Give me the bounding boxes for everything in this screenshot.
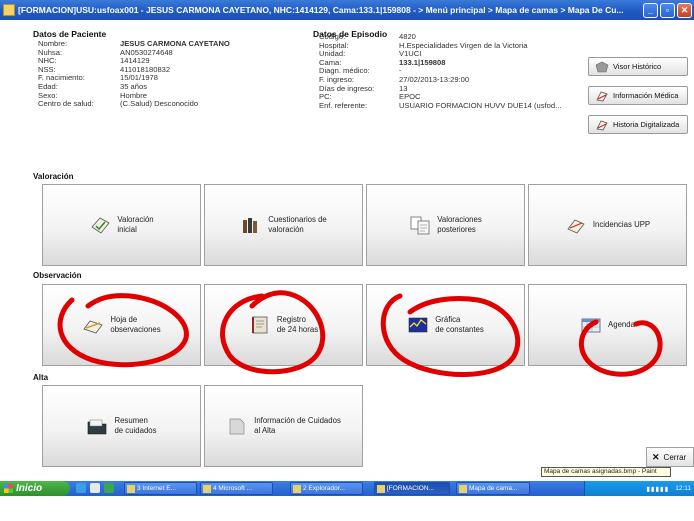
field-value: USUARIO FORMACION HUVV DUE14 (usfod... [399, 100, 562, 110]
discharge-document-icon [229, 418, 245, 435]
grafica-constantes-tile[interactable]: Gráfica de constantes [366, 284, 525, 366]
historia-digitalizada-label: Historia Digitalizada [613, 120, 680, 129]
valoraciones-posteriores-tile[interactable]: Valoraciones posteriores [366, 184, 525, 266]
taskbar-item[interactable]: 4 Microsoft ... [200, 482, 273, 495]
taskbar-item[interactable]: 2 Explorador... [290, 482, 363, 495]
hoja-observaciones-tile[interactable]: Hoja de observaciones [42, 284, 201, 366]
taskbar-tooltip: Mapa de camas asignadas.bmp - Paint [541, 467, 671, 477]
task-icon [203, 485, 211, 493]
agenda-tile[interactable]: Agenda [528, 284, 687, 366]
task-icon [293, 485, 301, 493]
observacion-section-label: Observación [33, 271, 82, 280]
medical-info-icon [596, 91, 608, 101]
binders-icon [243, 218, 258, 233]
hoja-observaciones-label: Hoja de observaciones [110, 315, 161, 334]
tray-icons[interactable]: ▮▮▮▮▮ [646, 485, 669, 493]
patient-heading: Datos de Paciente [33, 29, 107, 39]
register-book-icon [251, 316, 268, 334]
excel-quicklaunch-icon[interactable] [104, 483, 114, 493]
alta-section-label: Alta [33, 373, 49, 382]
windows-taskbar: Inicio 3 Internet E... 4 Microsoft ... 2… [0, 481, 694, 521]
task-icon [459, 485, 467, 493]
pencil-note-icon [567, 219, 585, 234]
calendar-icon [581, 318, 601, 333]
digital-history-icon [596, 120, 608, 130]
resumen-cuidados-tile[interactable]: Resumen de cuidados [42, 385, 201, 467]
taskbar-item[interactable]: 3 Internet E... [124, 482, 197, 495]
info-cuidados-alta-tile[interactable]: Información de Cuidados al Alta [204, 385, 363, 467]
taskbar-below [0, 496, 694, 521]
window-titlebar: [FORMACION]USU:usfoax001 - JESUS CARMONA… [0, 0, 694, 20]
patient-fields: Nombre: JESUS CARMONA CAYETANO Nuhsa: AN05… [38, 39, 230, 109]
incidencias-upp-label: Incidencias UPP [592, 220, 651, 229]
system-tray: ▮▮▮▮▮ 12:11 [584, 481, 694, 496]
task-icon [127, 485, 135, 493]
field-value: 27/02/2013-13:29:00 [399, 74, 470, 84]
history-viewer-icon [595, 61, 609, 72]
start-button[interactable]: Inicio [0, 481, 70, 496]
start-label: Inicio [16, 483, 43, 494]
browser-quicklaunch-icon[interactable] [90, 483, 100, 493]
taskbar-item-active[interactable]: [FORMACION... [374, 482, 450, 495]
grafica-constantes-label: Gráfica de constantes [435, 315, 484, 334]
agenda-label: Agenda [608, 320, 635, 329]
visor-historico-button[interactable]: Visor Histórico [588, 57, 688, 76]
task-label: [FORMACION... [387, 485, 434, 492]
valoracion-section-label: Valoración [33, 172, 74, 181]
cerrar-button[interactable]: ✕ Cerrar [646, 447, 694, 467]
notepad-pencil-icon [83, 320, 104, 334]
close-window-button[interactable]: ✕ [677, 2, 692, 18]
valoraciones-posteriores-label: Valoraciones posteriores [437, 215, 482, 234]
clock: 12:11 [675, 485, 691, 492]
cuestionarios-label: Cuestionarios de valoración [268, 215, 327, 234]
vital-signs-chart-icon [408, 317, 428, 333]
folder-icon [88, 419, 107, 435]
field-label: Centro de salud: [38, 99, 94, 109]
ie-quicklaunch-icon[interactable] [76, 483, 86, 493]
historia-digitalizada-button[interactable]: Historia Digitalizada [588, 115, 688, 134]
episode-row: Días de ingreso: 13 [319, 84, 561, 94]
task-icon [377, 485, 385, 493]
field-value: (C.Salud) Desconocido [120, 99, 199, 109]
resumen-cuidados-label: Resumen de cuidados [114, 416, 157, 435]
patient-row: Centro de salud: (C.Salud) Desconocido [38, 100, 230, 109]
task-label: 2 Explorador... [303, 485, 345, 492]
field-label: Enf. referente: [319, 100, 368, 110]
bed-value: 133.1|159808 [399, 57, 446, 67]
task-label: 3 Internet E... [137, 485, 177, 492]
registro-24h-tile[interactable]: Registro de 24 horas [204, 284, 363, 366]
incidencias-upp-tile[interactable]: Incidencias UPP [528, 184, 687, 266]
valoracion-inicial-tile[interactable]: Valoración inicial [42, 184, 201, 266]
episode-fields: Codigo: 4820 Hospital: H.Especialidades Vi… [319, 32, 562, 111]
informacion-medica-button[interactable]: Información Médica [588, 86, 688, 105]
episode-row: Enf. referente: USUARIO FORMACION HUVV DU… [319, 100, 562, 111]
documents-icon [410, 216, 430, 235]
window-title: [FORMACION]USU:usfoax001 - JESUS CARMONA… [18, 5, 624, 15]
app-icon [3, 4, 15, 16]
maximize-button[interactable]: ▫ [660, 2, 675, 18]
windows-logo-icon [4, 484, 13, 493]
task-label: 4 Microsoft ... [213, 485, 253, 492]
taskbar-item[interactable]: Mapa de cama... [456, 482, 530, 495]
close-x-icon: ✕ [652, 451, 660, 462]
checklist-icon [91, 217, 110, 234]
visor-historico-label: Visor Histórico [613, 62, 662, 71]
minimize-button[interactable]: _ [643, 2, 658, 18]
registro-24h-label: Registro de 24 horas [276, 315, 319, 334]
cerrar-label: Cerrar [663, 452, 687, 462]
informacion-medica-label: Información Médica [613, 91, 679, 100]
task-label: Mapa de cama... [469, 485, 518, 492]
valoracion-inicial-label: Valoración inicial [117, 215, 154, 234]
episode-row: Hospital: H.Especialidades Virgen de la V… [319, 41, 561, 51]
info-cuidados-alta-label: Información de Cuidados al Alta [254, 416, 341, 435]
cuestionarios-tile[interactable]: Cuestionarios de valoración [204, 184, 363, 266]
